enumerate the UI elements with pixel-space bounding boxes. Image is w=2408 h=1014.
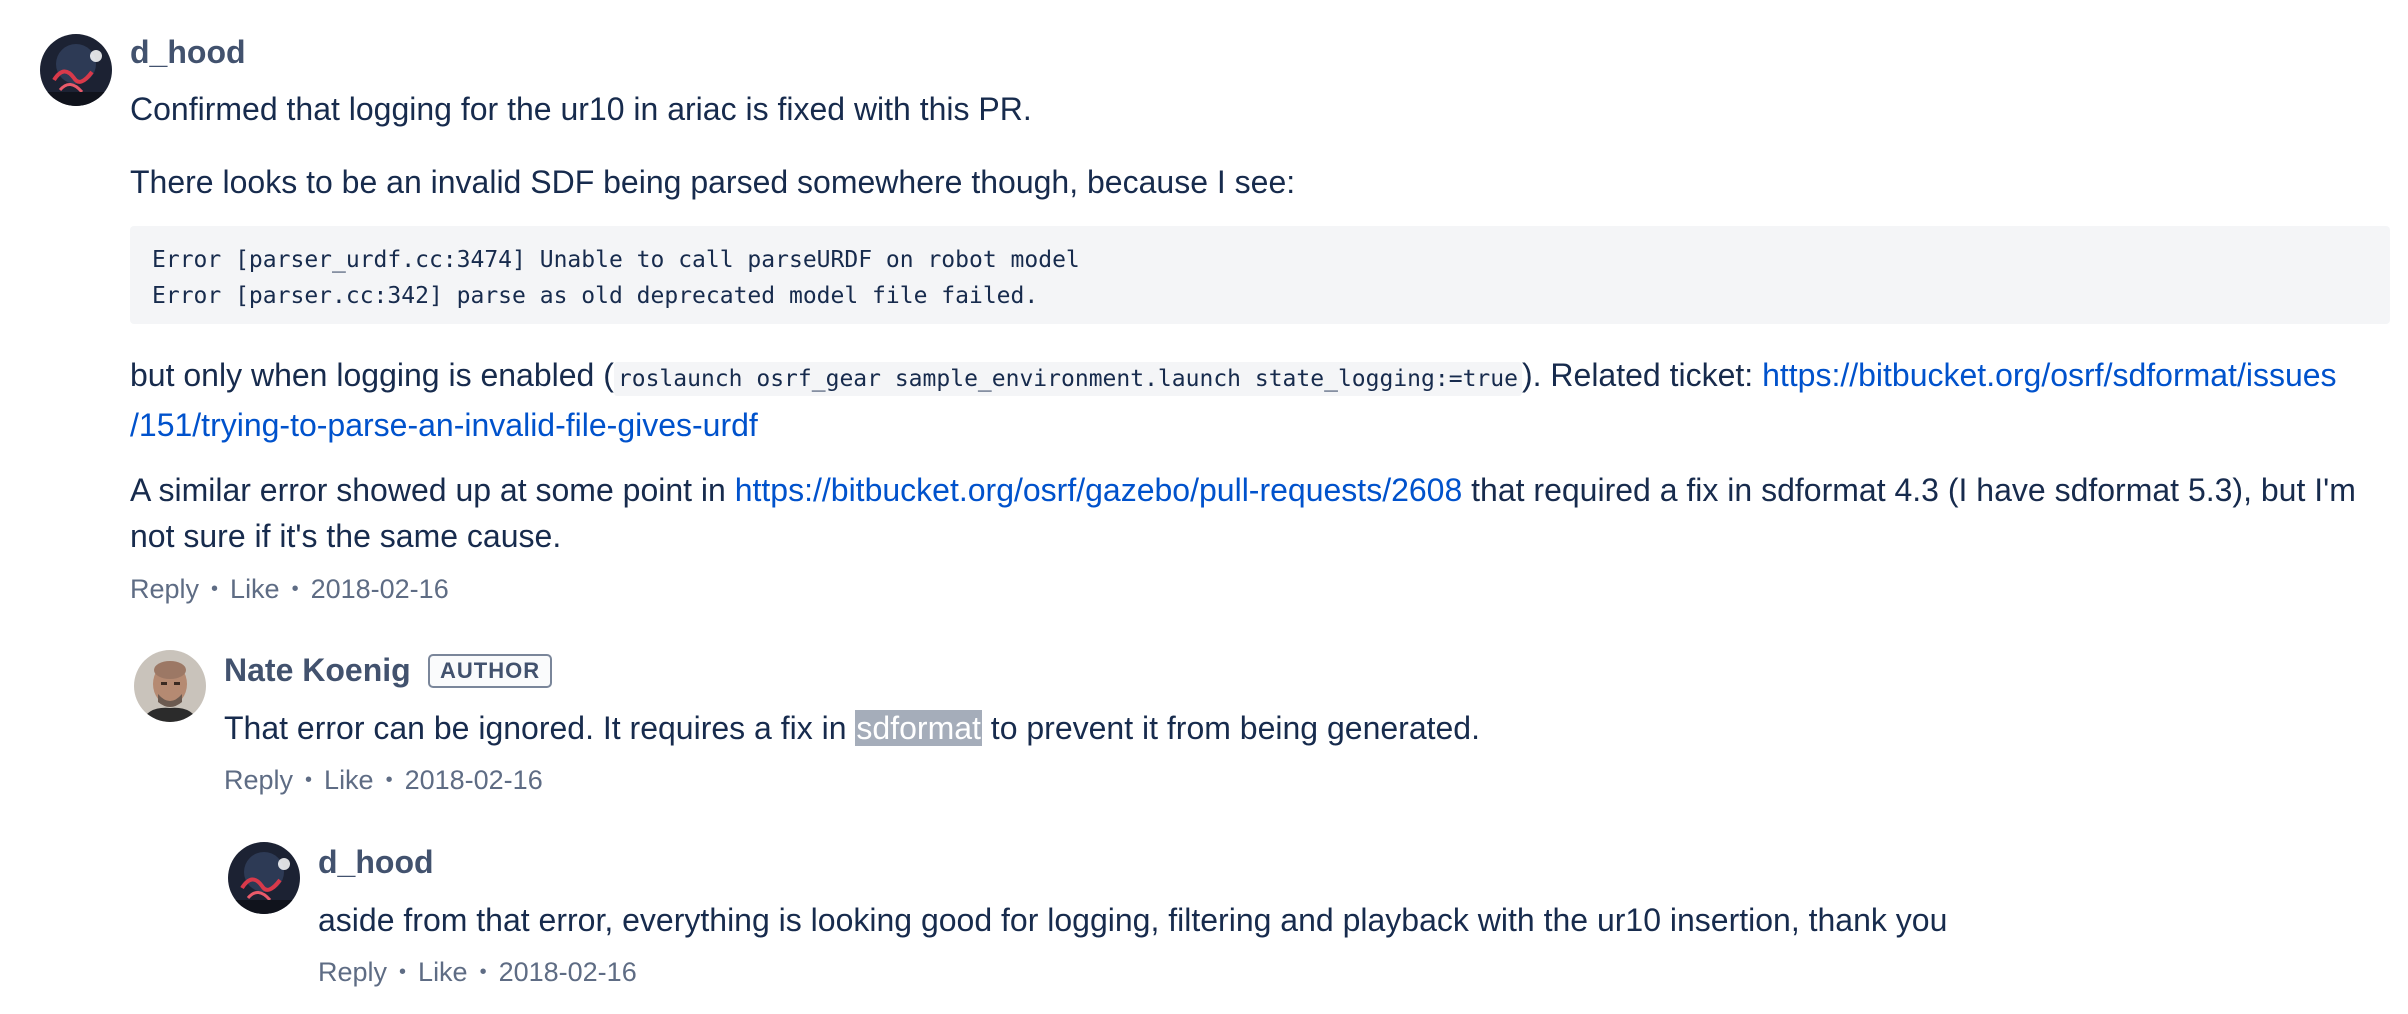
highlighted-text: sdformat (855, 710, 982, 746)
avatar[interactable] (134, 650, 206, 722)
link-text[interactable]: https://bitbucket.org/osrf/sdformat/issu… (1762, 357, 2336, 393)
author-badge: AUTHOR (428, 654, 553, 688)
separator-dot: • (291, 578, 299, 600)
like-button[interactable]: Like (324, 765, 374, 795)
comment-author[interactable]: Nate Koenig (224, 652, 411, 689)
user-avatar-icon (228, 842, 300, 914)
separator-dot: • (305, 769, 313, 791)
inline-code: roslaunch osrf_gear sample_environment.l… (613, 362, 1522, 396)
paragraph-text: That error can be ignored. It requires a… (224, 710, 856, 746)
reply-button[interactable]: Reply (130, 574, 199, 604)
comment-author[interactable]: d_hood (318, 844, 434, 881)
link-text[interactable]: /151/trying-to-parse-an-invalid-file-giv… (130, 407, 758, 443)
comment-paragraph: aside from that error, everything is loo… (318, 902, 1948, 938)
pull-request-link[interactable]: https://bitbucket.org/osrf/gazebo/pull-r… (735, 472, 1463, 508)
separator-dot: • (385, 769, 393, 791)
comment-paragraph: That error can be ignored. It requires a… (224, 705, 2384, 751)
comment-date[interactable]: 2018-02-16 (405, 765, 543, 795)
comment-date[interactable]: 2018-02-16 (311, 574, 449, 604)
comment-paragraph: but only when logging is enabled (roslau… (130, 352, 2400, 448)
comment-actions: Reply • Like • 2018-02-16 (318, 957, 637, 988)
paragraph-text: but only when logging is enabled ( (130, 357, 614, 393)
reply-button[interactable]: Reply (224, 765, 293, 795)
code-block: Error [parser_urdf.cc:3474] Unable to ca… (130, 226, 2390, 324)
comment-date[interactable]: 2018-02-16 (499, 957, 637, 987)
separator-dot: • (211, 578, 219, 600)
comment-actions: Reply • Like • 2018-02-16 (130, 574, 449, 605)
comment-paragraph: A similar error showed up at some point … (130, 467, 2400, 559)
comment-author[interactable]: d_hood (130, 34, 246, 71)
like-button[interactable]: Like (230, 574, 280, 604)
code-line: Error [parser_urdf.cc:3474] Unable to ca… (152, 247, 1080, 273)
avatar[interactable] (228, 842, 300, 914)
like-button[interactable]: Like (418, 957, 468, 987)
separator-dot: • (479, 961, 487, 983)
separator-dot: • (399, 961, 407, 983)
comment-paragraph: There looks to be an invalid SDF being p… (130, 164, 1296, 200)
user-avatar-icon (40, 34, 112, 106)
paragraph-text: to prevent it from being generated. (981, 710, 1480, 746)
reply-button[interactable]: Reply (318, 957, 387, 987)
user-avatar-icon (134, 650, 206, 722)
comment-paragraph: Confirmed that logging for the ur10 in a… (130, 91, 1032, 127)
avatar[interactable] (40, 34, 112, 106)
paragraph-text: A similar error showed up at some point … (130, 472, 735, 508)
code-line: Error [parser.cc:342] parse as old depre… (152, 283, 1039, 309)
comment-actions: Reply • Like • 2018-02-16 (224, 765, 543, 796)
paragraph-text: ). Related ticket: (1521, 357, 1763, 393)
